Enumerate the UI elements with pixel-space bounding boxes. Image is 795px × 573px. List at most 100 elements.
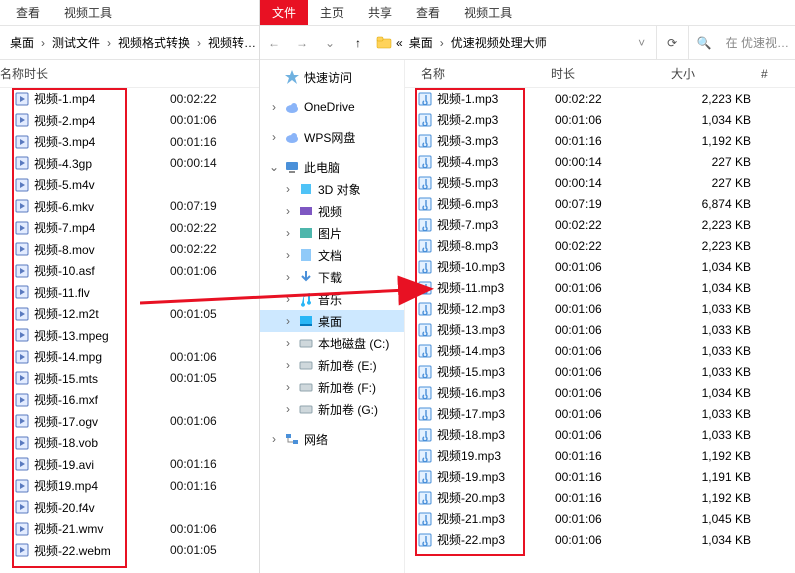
file-row[interactable]: 视频-22.mp300:01:061,034 KB <box>405 529 795 550</box>
file-row[interactable]: 视频-3.mp400:01:16 <box>0 131 259 153</box>
file-row[interactable]: 视频-10.asf00:01:06 <box>0 260 259 282</box>
file-row[interactable]: 视频-2.mp300:01:061,034 KB <box>405 109 795 130</box>
tree-twisty-icon[interactable]: › <box>282 314 294 328</box>
file-row[interactable]: 视频-13.mpeg <box>0 325 259 347</box>
address-dropdown[interactable]: ˅ <box>628 29 656 57</box>
file-row[interactable]: 视频-1.mp300:02:222,223 KB <box>405 88 795 109</box>
file-row[interactable]: 视频-7.mp400:02:22 <box>0 217 259 239</box>
tree-twisty-icon[interactable]: › <box>282 182 294 196</box>
tree-item-drive[interactable]: ›本地磁盘 (C:) <box>260 332 404 354</box>
tree-twisty-icon[interactable]: › <box>282 402 294 416</box>
nav-up-button[interactable]: ↑ <box>344 29 372 57</box>
col-hash[interactable]: # <box>761 67 795 81</box>
file-row[interactable]: 视频-11.mp300:01:061,034 KB <box>405 277 795 298</box>
file-row[interactable]: 视频-17.ogv00:01:06 <box>0 411 259 433</box>
left-breadcrumb[interactable]: 桌面›测试文件›视频格式转换›视频转… <box>4 32 259 53</box>
nav-recent-button[interactable]: ⌄ <box>316 29 344 57</box>
right-breadcrumb[interactable]: «桌面›优速视频处理大师 <box>372 32 628 53</box>
tree-item-down[interactable]: ›下载 <box>260 266 404 288</box>
file-row[interactable]: 视频-21.mp300:01:061,045 KB <box>405 508 795 529</box>
tree-item-video[interactable]: ›视频 <box>260 200 404 222</box>
tab-home[interactable]: 主页 <box>308 0 356 25</box>
col-size[interactable]: 大小 <box>671 65 761 82</box>
tree-item-desk[interactable]: ›桌面 <box>260 310 404 332</box>
tab-video-tools[interactable]: 视频工具 <box>452 0 524 25</box>
tree-twisty-icon[interactable]: › <box>268 100 280 114</box>
file-row[interactable]: 视频-4.3gp00:00:14 <box>0 153 259 175</box>
file-row[interactable]: 视频-19.avi00:01:16 <box>0 454 259 476</box>
tree-twisty-icon[interactable]: › <box>282 358 294 372</box>
tree-twisty-icon[interactable]: › <box>282 292 294 306</box>
file-row[interactable]: 视频-14.mpg00:01:06 <box>0 346 259 368</box>
breadcrumb-segment[interactable]: 桌面 <box>407 32 435 53</box>
tree-twisty-icon[interactable]: › <box>268 432 280 446</box>
file-row[interactable]: 视频-8.mp300:02:222,223 KB <box>405 235 795 256</box>
file-row[interactable]: 视频-21.wmv00:01:06 <box>0 518 259 540</box>
tree-twisty-icon[interactable]: ⌄ <box>268 160 280 174</box>
tree-twisty-icon[interactable]: › <box>282 336 294 350</box>
col-duration[interactable]: 时长 <box>24 65 48 82</box>
tree-item-drive[interactable]: ›新加卷 (E:) <box>260 354 404 376</box>
file-row[interactable]: 视频-20.mp300:01:161,192 KB <box>405 487 795 508</box>
file-row[interactable]: 视频-15.mp300:01:061,033 KB <box>405 361 795 382</box>
file-row[interactable]: 视频-2.mp400:01:06 <box>0 110 259 132</box>
file-row[interactable]: 视频-18.vob <box>0 432 259 454</box>
tab-file[interactable]: 文件 <box>260 0 308 25</box>
tree-twisty-icon[interactable]: › <box>282 270 294 284</box>
file-row[interactable]: 视频-12.m2t00:01:05 <box>0 303 259 325</box>
search-input[interactable]: 在 优速视… <box>720 34 795 51</box>
col-duration[interactable]: 时长 <box>551 65 671 82</box>
file-row[interactable]: 视频19.mp300:01:161,192 KB <box>405 445 795 466</box>
file-row[interactable]: 视频-17.mp300:01:061,033 KB <box>405 403 795 424</box>
tree-item-cloud[interactable]: ›OneDrive <box>260 96 404 118</box>
tree-item-doc[interactable]: ›文档 <box>260 244 404 266</box>
file-row[interactable]: 视频-19.mp300:01:161,191 KB <box>405 466 795 487</box>
file-row[interactable]: 视频-3.mp300:01:161,192 KB <box>405 130 795 151</box>
file-row[interactable]: 视频-16.mp300:01:061,034 KB <box>405 382 795 403</box>
tree-twisty-icon[interactable]: › <box>282 380 294 394</box>
file-row[interactable]: 视频-14.mp300:01:061,033 KB <box>405 340 795 361</box>
tree-twisty-icon[interactable]: › <box>282 248 294 262</box>
tree-twisty-icon[interactable]: › <box>282 226 294 240</box>
breadcrumb-segment[interactable]: 桌面 <box>8 32 36 53</box>
tab-share[interactable]: 共享 <box>356 0 404 25</box>
file-row[interactable]: 视频-8.mov00:02:22 <box>0 239 259 261</box>
file-row[interactable]: 视频-5.mp300:00:14227 KB <box>405 172 795 193</box>
file-row[interactable]: 视频-13.mp300:01:061,033 KB <box>405 319 795 340</box>
tree-item-pc[interactable]: ⌄此电脑 <box>260 156 404 178</box>
col-name[interactable]: 名称 <box>0 65 24 82</box>
breadcrumb-prefix[interactable]: « <box>394 34 405 52</box>
refresh-button[interactable]: ⟳ <box>656 26 688 59</box>
breadcrumb-segment[interactable]: 视频格式转换 <box>116 32 192 53</box>
file-row[interactable]: 视频-22.webm00:01:05 <box>0 540 259 562</box>
nav-forward-button[interactable]: → <box>288 29 316 57</box>
tab-video-tools[interactable]: 视频工具 <box>52 0 124 25</box>
tree-item-pic[interactable]: ›图片 <box>260 222 404 244</box>
breadcrumb-segment[interactable]: 测试文件 <box>50 32 102 53</box>
file-row[interactable]: 视频-12.mp300:01:061,033 KB <box>405 298 795 319</box>
file-row[interactable]: 视频-5.m4v <box>0 174 259 196</box>
file-row[interactable]: 视频-11.flv <box>0 282 259 304</box>
file-row[interactable]: 视频-20.f4v <box>0 497 259 519</box>
tab-view[interactable]: 查看 <box>4 0 52 25</box>
file-row[interactable]: 视频-18.mp300:01:061,033 KB <box>405 424 795 445</box>
tree-item-obj3d[interactable]: ›3D 对象 <box>260 178 404 200</box>
tree-item-star[interactable]: 快速访问 <box>260 66 404 88</box>
tree-item-music[interactable]: ›音乐 <box>260 288 404 310</box>
tree-item-drive[interactable]: ›新加卷 (F:) <box>260 376 404 398</box>
file-row[interactable]: 视频-1.mp400:02:22 <box>0 88 259 110</box>
file-row[interactable]: 视频19.mp400:01:16 <box>0 475 259 497</box>
col-name[interactable]: 名称 <box>411 65 551 82</box>
nav-back-button[interactable]: ← <box>260 29 288 57</box>
file-row[interactable]: 视频-16.mxf <box>0 389 259 411</box>
tree-item-cloud[interactable]: ›WPS网盘 <box>260 126 404 148</box>
tree-twisty-icon[interactable]: › <box>268 130 280 144</box>
file-row[interactable]: 视频-10.mp300:01:061,034 KB <box>405 256 795 277</box>
file-row[interactable]: 视频-6.mkv00:07:19 <box>0 196 259 218</box>
breadcrumb-segment[interactable]: 视频转… <box>206 32 258 53</box>
file-row[interactable]: 视频-7.mp300:02:222,223 KB <box>405 214 795 235</box>
file-row[interactable]: 视频-4.mp300:00:14227 KB <box>405 151 795 172</box>
file-row[interactable]: 视频-6.mp300:07:196,874 KB <box>405 193 795 214</box>
tree-item-drive[interactable]: ›新加卷 (G:) <box>260 398 404 420</box>
tree-twisty-icon[interactable]: › <box>282 204 294 218</box>
